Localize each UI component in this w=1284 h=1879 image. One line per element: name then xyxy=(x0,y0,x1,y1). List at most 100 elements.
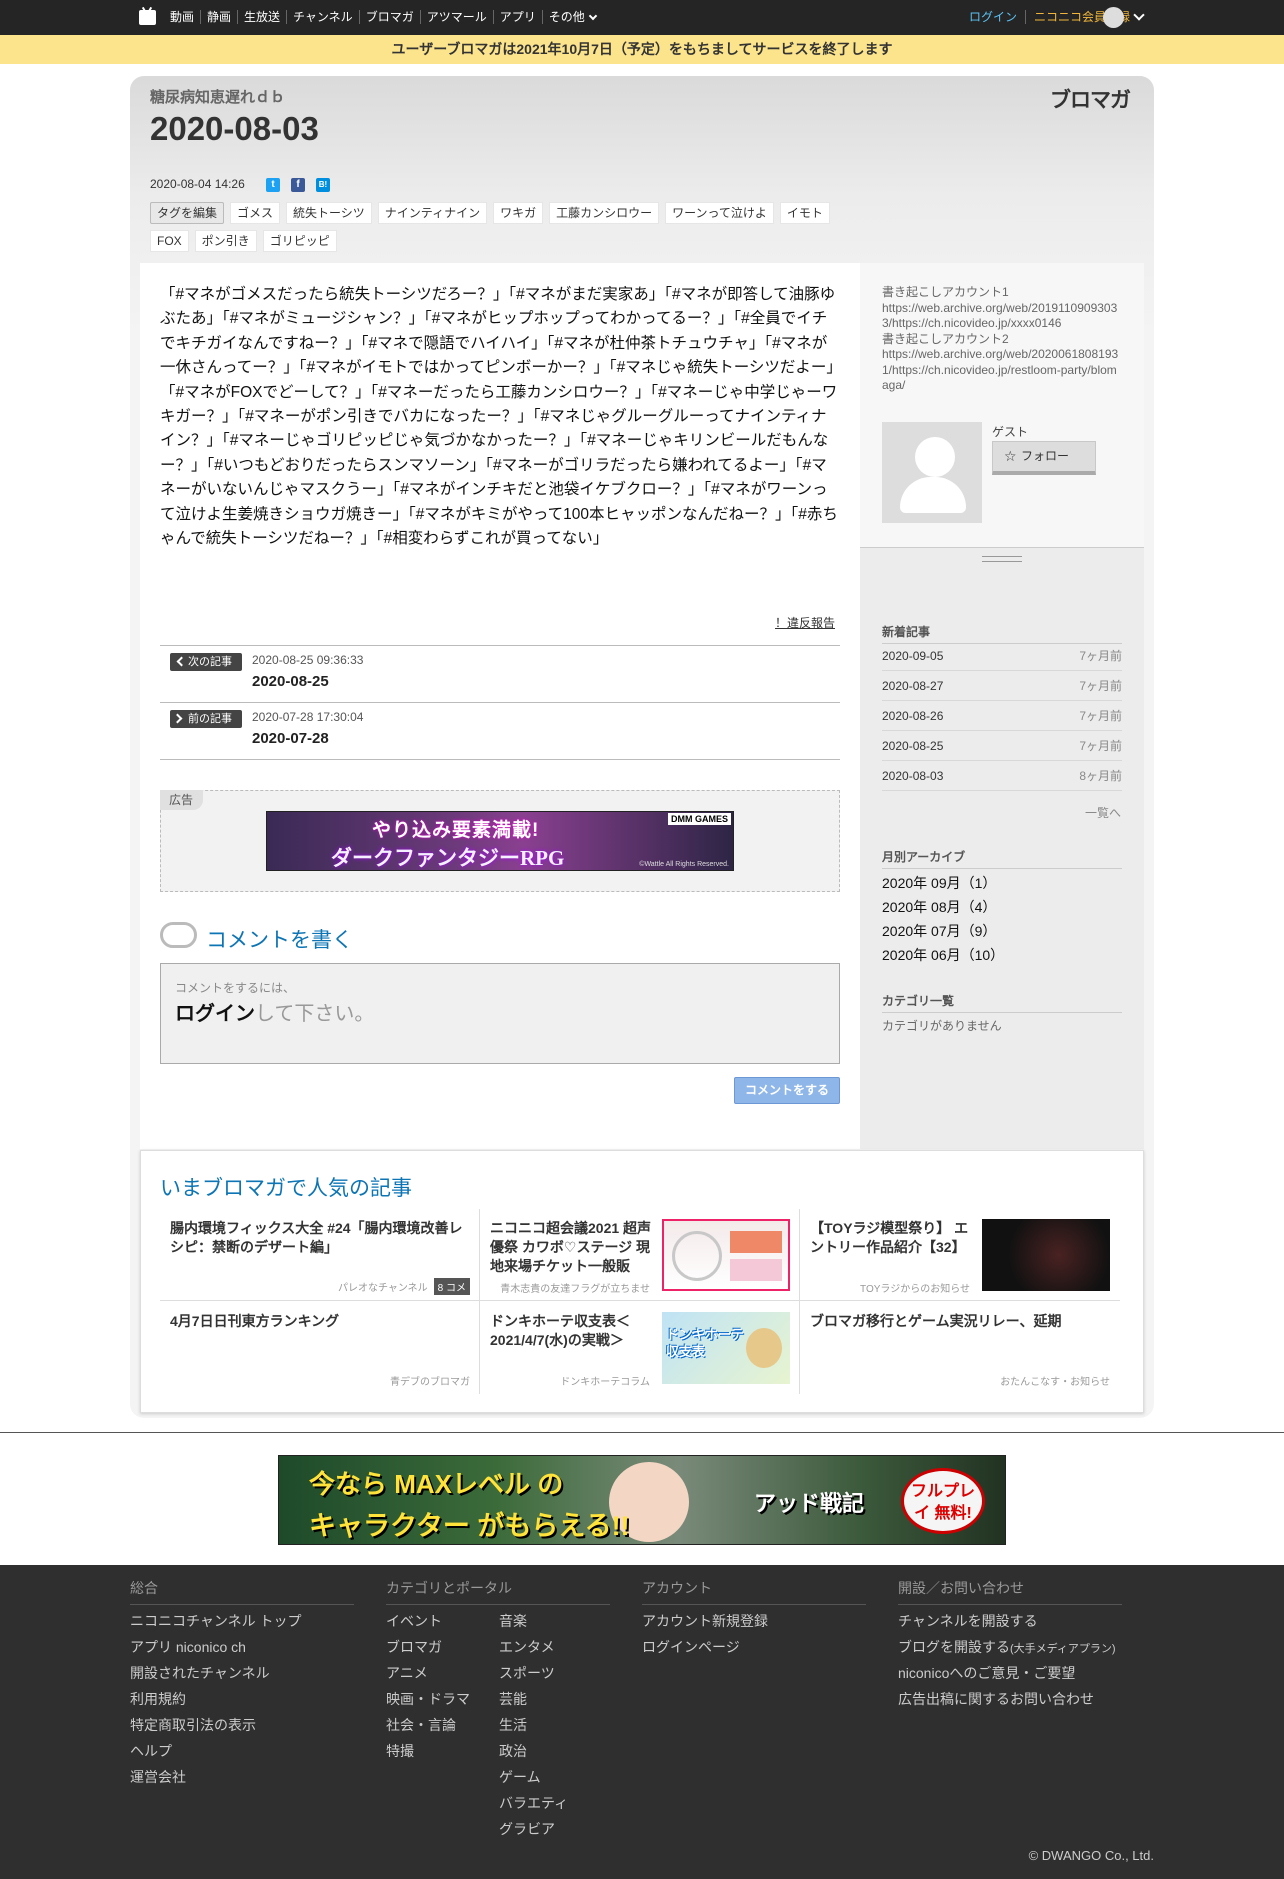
footer-link[interactable]: スポーツ xyxy=(499,1663,555,1683)
recent-item[interactable]: 2020-08-03 8ヶ月前 xyxy=(882,761,1122,791)
recent-item[interactable]: 2020-09-05 7ヶ月前 xyxy=(882,641,1122,671)
recent-ago: 7ヶ月前 xyxy=(1079,709,1122,723)
ad-free-badge: フルプレイ 無料! xyxy=(901,1468,985,1534)
ad-label: 広告 xyxy=(160,790,203,810)
recent-item[interactable]: 2020-08-26 7ヶ月前 xyxy=(882,701,1122,731)
footer-link[interactable]: エンタメ xyxy=(499,1637,555,1657)
footer-link[interactable]: ログインページ xyxy=(642,1637,740,1657)
footer-link[interactable]: アプリ niconico ch xyxy=(130,1637,246,1657)
tag-item[interactable]: ゴメス xyxy=(230,202,281,224)
collapse-handle-icon[interactable] xyxy=(982,556,1022,562)
login-link[interactable]: ログイン xyxy=(969,10,1026,24)
next-article-button[interactable]: 次の記事 xyxy=(170,653,242,671)
user-avatar-placeholder[interactable] xyxy=(882,422,982,523)
recent-item[interactable]: 2020-08-27 7ヶ月前 xyxy=(882,671,1122,701)
nav-seiga[interactable]: 静画 xyxy=(200,10,237,24)
blog-name[interactable]: 糖尿病知恵遅れｄｂ xyxy=(150,86,285,107)
report-link[interactable]: ！違反報告 xyxy=(775,614,835,631)
popular-item[interactable]: 腸内環境フィックス大全 #24「腸内環境改善レシピ：禁断のデザート編」 パレオな… xyxy=(160,1209,480,1301)
footer-link[interactable]: バラエティ xyxy=(499,1793,568,1813)
tag-item[interactable]: 統失トーシツ xyxy=(286,202,372,224)
comment-submit-button[interactable]: コメントをする xyxy=(734,1077,840,1104)
tag-item[interactable]: ポン引き xyxy=(194,230,257,252)
recent-item[interactable]: 2020-08-25 7ヶ月前 xyxy=(882,731,1122,761)
avatar-body xyxy=(900,477,966,513)
prev-article-title[interactable]: 2020-07-28 xyxy=(252,730,329,747)
comment-login-link[interactable]: ログイン xyxy=(175,1003,255,1025)
footer-link[interactable]: 利用規約 xyxy=(130,1689,186,1709)
popular-item[interactable]: 4月7日日刊東方ランキング 青デブのブロマガ xyxy=(160,1302,480,1394)
tag-item[interactable]: FOX xyxy=(150,230,189,252)
nav-channel[interactable]: チャンネル xyxy=(286,10,359,24)
chevron-down-icon[interactable] xyxy=(1133,9,1145,21)
recent-more-link[interactable]: 一覧へ xyxy=(1085,804,1121,821)
global-nav: 動画 静画 生放送 チャンネル ブロマガ アツマール アプリ その他 xyxy=(164,10,602,24)
footer-link[interactable]: ヘルプ xyxy=(130,1741,172,1761)
facebook-share-icon[interactable]: f xyxy=(291,178,305,192)
nav-atsumaru[interactable]: アツマール xyxy=(419,10,493,24)
archive-item[interactable]: 2020年 09月（1） xyxy=(882,873,996,893)
tag-item[interactable]: ナインティナイン xyxy=(377,202,488,224)
footer-link[interactable]: 特撮 xyxy=(386,1741,414,1761)
footer-link[interactable]: グラビア xyxy=(499,1819,555,1839)
footer-link[interactable]: 開設されたチャンネル xyxy=(130,1663,270,1683)
footer-link[interactable]: 社会・言論 xyxy=(386,1715,456,1735)
popular-item[interactable]: ドンキホーテ収支表＜2021/4/7(水)の実戦＞ ドンキホーテコラム ドンキホ… xyxy=(480,1302,800,1394)
nav-blomaga[interactable]: ブロマガ xyxy=(358,10,420,24)
footer-link[interactable]: アニメ xyxy=(386,1663,428,1683)
nav-live[interactable]: 生放送 xyxy=(237,10,286,24)
footer-link[interactable]: 映画・ドラマ xyxy=(386,1689,470,1709)
recent-title: 2020-08-26 xyxy=(882,709,944,723)
nav-video[interactable]: 動画 xyxy=(164,10,200,24)
nav-more[interactable]: その他 xyxy=(541,10,602,24)
edit-tags-button[interactable]: タグを編集 xyxy=(150,202,225,224)
ad-banner[interactable]: やり込み要素満載! ダークファンタジーRPG DMM GAMES ©Wattle… xyxy=(266,811,734,871)
bottom-ad-banner[interactable]: 今なら MAXレベル の キャラクター がもらえる!! アッド戦記 フルプレイ … xyxy=(278,1455,1006,1545)
archive-item[interactable]: 2020年 07月（9） xyxy=(882,921,996,941)
footer-link[interactable]: ブログを開設する(大手メディアプラン) xyxy=(898,1637,1116,1657)
footer-link[interactable]: 広告出稿に関するお問い合わせ xyxy=(898,1689,1094,1709)
niconico-tv-icon[interactable] xyxy=(139,10,156,25)
next-article-title[interactable]: 2020-08-25 xyxy=(252,673,329,690)
popular-item[interactable]: ブロマガ移行とゲーム実況リレー、延期 おたんこなす・お知らせ xyxy=(800,1302,1120,1394)
footer-link[interactable]: 音楽 xyxy=(499,1611,527,1631)
tag-item[interactable]: ワキガ xyxy=(493,202,544,224)
footer-link[interactable]: ゲーム xyxy=(499,1767,541,1787)
popular-item[interactable]: ニコニコ超会議2021 超声優祭 カワボ♡ステージ 現地来場チケット一般販 青木… xyxy=(480,1209,800,1301)
footer-link[interactable]: 政治 xyxy=(499,1741,527,1761)
footer-link[interactable]: niconicoへのご意見・ご要望 xyxy=(898,1663,1075,1683)
archive-item[interactable]: 2020年 08月（4） xyxy=(882,897,996,917)
blog-description: 書き起こしアカウント1 https://web.archive.org/web/… xyxy=(882,285,1122,394)
footer-link[interactable]: 運営会社 xyxy=(130,1767,186,1787)
avatar-head xyxy=(915,437,955,477)
user-avatar[interactable] xyxy=(1103,7,1124,28)
tag-item[interactable]: 工藤カンシロウー xyxy=(549,202,660,224)
footer-link[interactable]: ニコニコチャンネル トップ xyxy=(130,1611,301,1631)
prev-article-button[interactable]: 前の記事 xyxy=(170,710,242,728)
archive-item[interactable]: 2020年 06月（10） xyxy=(882,945,1004,965)
thumbnail-ring xyxy=(672,1231,722,1281)
popular-thumbnail xyxy=(982,1219,1110,1291)
follow-button[interactable]: ☆ フォロー xyxy=(992,441,1096,475)
footer-link[interactable]: チャンネルを開設する xyxy=(898,1611,1038,1631)
star-icon: ☆ xyxy=(1004,448,1017,464)
footer-link[interactable]: 芸能 xyxy=(499,1689,527,1709)
footer-link[interactable]: ブロマガ xyxy=(386,1637,442,1657)
footer-link[interactable]: イベント xyxy=(386,1611,442,1631)
tag-item[interactable]: ワーンって泣けよ xyxy=(665,202,774,224)
hatena-bookmark-icon[interactable]: B! xyxy=(316,178,330,192)
divider xyxy=(160,759,840,760)
tag-item[interactable]: イモト xyxy=(779,202,830,224)
popular-item[interactable]: 【TOYラジ模型祭り】 エントリー作品紹介【32】 TOYラジからのお知らせ xyxy=(800,1209,1120,1301)
divider xyxy=(799,1209,800,1394)
blomaga-logo[interactable]: ブロマガ xyxy=(1050,84,1131,114)
footer-link[interactable]: 生活 xyxy=(499,1715,527,1735)
footer-heading: アカウント xyxy=(642,1578,866,1605)
next-article-date: 2020-08-25 09:36:33 xyxy=(252,653,364,667)
tag-item[interactable]: ゴリピッピ xyxy=(262,230,337,252)
footer-link[interactable]: 特定商取引法の表示 xyxy=(130,1715,256,1735)
twitter-share-icon[interactable]: t xyxy=(266,178,280,192)
nav-app[interactable]: アプリ xyxy=(492,10,542,24)
recent-ago: 8ヶ月前 xyxy=(1079,769,1122,783)
footer-link[interactable]: アカウント新規登録 xyxy=(642,1611,768,1631)
